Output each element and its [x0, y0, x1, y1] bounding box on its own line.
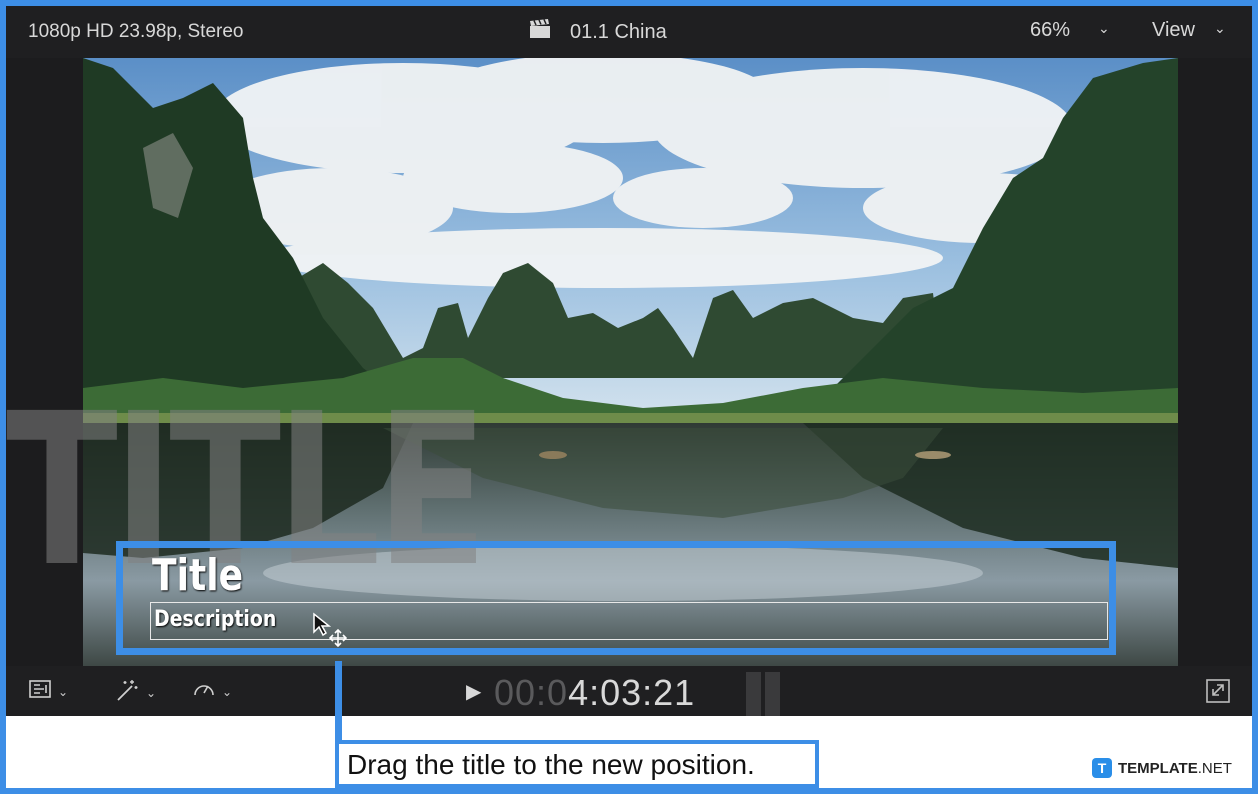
chevron-down-icon: ⌄ [146, 686, 157, 700]
format-info: 1080p HD 23.98p, Stereo [28, 21, 244, 42]
title-bounding-box[interactable] [150, 602, 1108, 640]
clapperboard-icon [528, 19, 552, 45]
brand-name: TEMPLATE.NET [1118, 759, 1232, 777]
title-text[interactable]: Title [152, 550, 243, 601]
chevron-down-icon[interactable]: ⌄ [1098, 20, 1110, 37]
move-cursor-icon [312, 612, 348, 653]
view-menu[interactable]: View [1152, 19, 1195, 42]
chevron-down-icon: ⌄ [222, 685, 233, 699]
chevron-down-icon: ⌄ [58, 685, 69, 699]
audio-meter [746, 672, 780, 716]
clip-name: 01.1 China [570, 20, 667, 43]
layout-icon [28, 678, 52, 706]
instruction-caption: Drag the title to the new position. [335, 740, 819, 788]
viewer-bottom-bar: ⌄ ⌄ ⌄ ▶ 00:04:03:21 [6, 666, 1252, 716]
viewer-top-bar: 1080p HD 23.98p, Stereo 01.1 China 66% ⌄… [6, 6, 1252, 58]
timecode-value: 4:03:21 [568, 672, 696, 713]
brand-logo-icon: T [1092, 758, 1112, 778]
zoom-level[interactable]: 66% [1030, 19, 1070, 42]
clip-title: 01.1 China [528, 19, 667, 45]
brand-watermark: T TEMPLATE.NET [1092, 758, 1232, 778]
chevron-down-icon[interactable]: ⌄ [1214, 20, 1226, 37]
fullscreen-icon[interactable] [1204, 678, 1232, 709]
description-text[interactable]: Description [154, 607, 276, 632]
timecode-leading: 00:0 [494, 672, 569, 713]
magic-wand-icon [114, 678, 140, 708]
view-options-menu[interactable]: ⌄ [28, 678, 68, 706]
timecode-display: 00:04:03:21 [494, 672, 695, 714]
play-icon[interactable]: ▶ [466, 679, 481, 704]
video-viewer: 1080p HD 23.98p, Stereo 01.1 China 66% ⌄… [6, 6, 1252, 716]
retime-menu[interactable]: ⌄ [192, 678, 232, 706]
enhance-menu[interactable]: ⌄ [114, 678, 156, 708]
speedometer-icon [192, 678, 216, 706]
